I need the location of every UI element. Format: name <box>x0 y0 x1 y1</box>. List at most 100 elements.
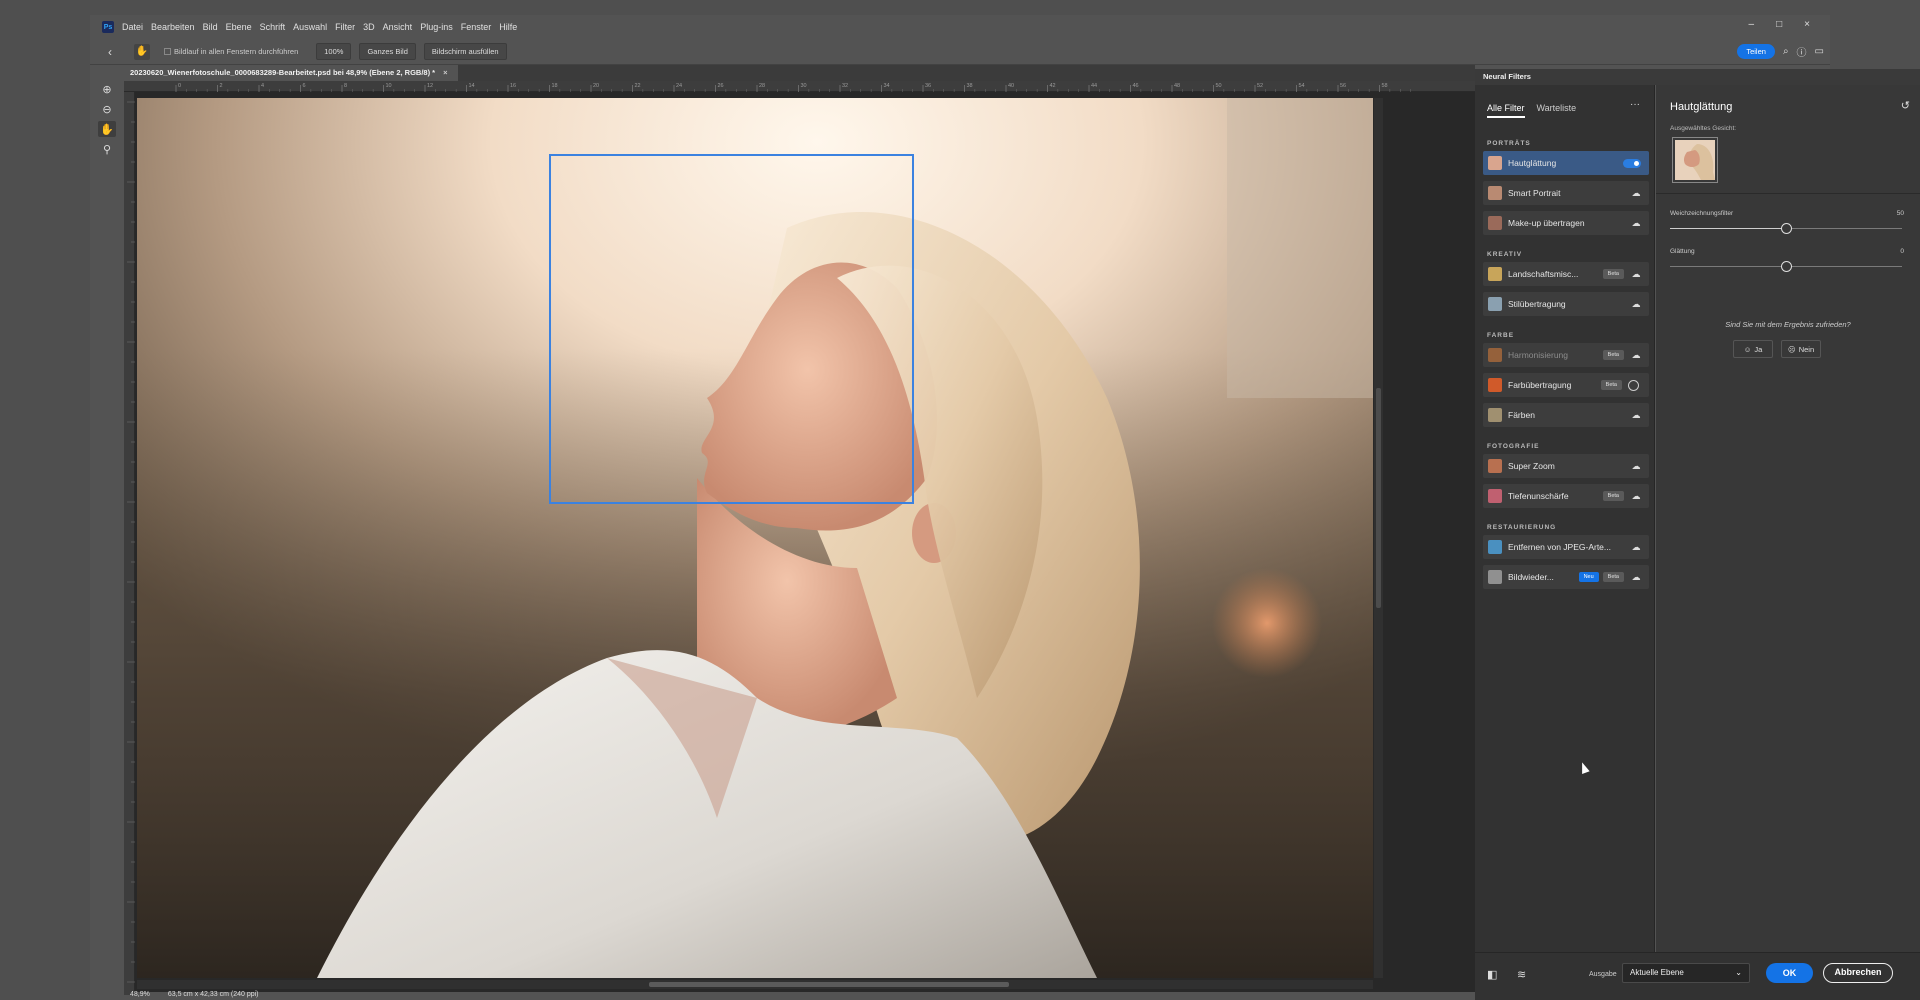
cloud-download-icon[interactable]: ☁ <box>1630 350 1642 361</box>
menu-fenster[interactable]: Fenster <box>461 22 492 32</box>
menu-ansicht[interactable]: Ansicht <box>383 22 413 32</box>
status-doc-info[interactable]: 63,5 cm x 42,33 cm (240 ppi) <box>168 991 259 998</box>
close-tab-icon[interactable]: × <box>443 68 447 77</box>
help-icon[interactable]: ⓘ <box>1797 44 1807 59</box>
vertical-scroll-thumb[interactable] <box>1376 388 1381 608</box>
smoothness-slider[interactable] <box>1670 261 1902 272</box>
blur-slider[interactable] <box>1670 223 1902 234</box>
tools-panel: ⊕ ⊖ ✋ ⚲ <box>90 65 124 1000</box>
output-select[interactable]: Aktuelle Ebene ⌄ <box>1622 963 1750 983</box>
filter-item-harmonization[interactable]: Harmonisierung Beta ☁ <box>1483 343 1649 367</box>
zoom-out-icon[interactable]: ⊖ <box>98 101 116 117</box>
smoothness-slider-value[interactable]: 0 <box>1900 248 1904 255</box>
cloud-download-icon[interactable]: ☁ <box>1630 299 1642 310</box>
menu-3d[interactable]: 3D <box>363 22 375 32</box>
cloud-download-icon[interactable]: ☁ <box>1630 188 1642 199</box>
filter-list-panel: Alle Filter Warteliste ··· PORTRÄTS Haut… <box>1475 85 1655 952</box>
menu-bearbeiten[interactable]: Bearbeiten <box>151 22 195 32</box>
blur-slider-knob[interactable] <box>1781 223 1792 234</box>
filter-item-photo-restoration[interactable]: Bildwieder... Neu Beta ☁ <box>1483 565 1649 589</box>
filter-item-jpeg-artifacts[interactable]: Entfernen von JPEG-Arte... ☁ <box>1483 535 1649 559</box>
ruler-tick-label: 48 <box>1174 83 1180 89</box>
category-kreativ: KREATIV <box>1487 251 1523 258</box>
filter-tabs: Alle Filter Warteliste <box>1487 103 1576 118</box>
filter-item-depth-blur[interactable]: Tiefenunschärfe Beta ☁ <box>1483 484 1649 508</box>
category-restaurierung: RESTAURIERUNG <box>1487 524 1557 531</box>
menu-bild[interactable]: Bild <box>203 22 218 32</box>
smoothness-slider-label: Glättung <box>1670 248 1695 255</box>
zoom-in-icon[interactable]: ⊕ <box>98 81 116 97</box>
ok-button[interactable]: OK <box>1766 963 1813 983</box>
workspace-icon[interactable]: ▭ <box>1815 46 1824 57</box>
back-arrow-icon[interactable]: ‹ <box>108 45 122 59</box>
blur-slider-value[interactable]: 50 <box>1897 210 1904 217</box>
filter-item-smart-portrait[interactable]: Smart Portrait ☁ <box>1483 181 1649 205</box>
cancel-button[interactable]: Abbrechen <box>1823 963 1893 983</box>
checkbox-box[interactable] <box>164 48 171 55</box>
fit-screen-button[interactable]: Ganzes Bild <box>359 43 416 60</box>
menu-auswahl[interactable]: Auswahl <box>293 22 327 32</box>
filter-thumb <box>1488 348 1502 362</box>
filter-item-landscape[interactable]: Landschaftsmisc... Beta ☁ <box>1483 262 1649 286</box>
menu-datei[interactable]: Datei <box>122 22 143 32</box>
search-icon[interactable]: ⌕ <box>1783 46 1789 57</box>
maximize-icon[interactable]: □ <box>1776 19 1782 30</box>
filter-item-hautglaettung[interactable]: Hautglättung <box>1483 151 1649 175</box>
minimize-icon[interactable]: – <box>1749 19 1755 30</box>
feedback-yes-button[interactable]: ☺ Ja <box>1733 340 1773 358</box>
hand-tool-icon[interactable]: ✋ <box>98 121 116 137</box>
cloud-download-icon[interactable]: ☁ <box>1630 572 1642 583</box>
filter-toggle[interactable] <box>1628 379 1639 391</box>
ruler-tick-label: 32 <box>842 83 848 89</box>
filter-item-super-zoom[interactable]: Super Zoom ☁ <box>1483 454 1649 478</box>
photo-canvas[interactable] <box>137 98 1373 978</box>
zoom-100-button[interactable]: 100% <box>316 43 352 60</box>
ruler-tick-label: 28 <box>759 83 765 89</box>
cloud-download-icon[interactable]: ☁ <box>1630 542 1642 553</box>
tab-all-filters[interactable]: Alle Filter <box>1487 103 1525 118</box>
hand-tool-icon[interactable]: ✋ <box>134 43 150 60</box>
filter-item-makeup[interactable]: Make-up übertragen ☁ <box>1483 211 1649 235</box>
menu-ebene[interactable]: Ebene <box>226 22 252 32</box>
menu-hilfe[interactable]: Hilfe <box>499 22 517 32</box>
menu-schrift[interactable]: Schrift <box>260 22 286 32</box>
tab-waitlist[interactable]: Warteliste <box>1537 103 1577 118</box>
smoothness-slider-knob[interactable] <box>1781 261 1792 272</box>
scroll-all-windows-checkbox[interactable]: Bildlauf in allen Fenstern durchführen <box>164 47 298 56</box>
beta-badge: Beta <box>1602 350 1624 360</box>
cloud-download-icon[interactable]: ☁ <box>1630 269 1642 280</box>
close-icon[interactable]: × <box>1804 19 1810 30</box>
share-button[interactable]: Teilen <box>1737 44 1775 59</box>
zoom-tool-icon[interactable]: ⚲ <box>98 141 116 157</box>
filter-item-colorize[interactable]: Färben ☁ <box>1483 403 1649 427</box>
filter-item-color-transfer[interactable]: Farbübertragung Beta <box>1483 373 1649 397</box>
filter-item-style-transfer[interactable]: Stilübertragung ☁ <box>1483 292 1649 316</box>
document-tab[interactable]: 20230620_Wienerfotoschule_0000683289-Bea… <box>124 65 458 81</box>
fill-screen-button[interactable]: Bildschirm ausfüllen <box>423 43 507 60</box>
horizontal-scrollbar[interactable] <box>137 980 1373 989</box>
menu-filter[interactable]: Filter <box>335 22 355 32</box>
filter-toggle[interactable] <box>1623 158 1641 168</box>
more-options-icon[interactable]: ··· <box>1630 99 1640 110</box>
ruler-tick-label: 54 <box>1299 83 1305 89</box>
filter-label: Entfernen von JPEG-Arte... <box>1508 542 1611 552</box>
vertical-scrollbar[interactable] <box>1374 98 1383 978</box>
category-portraits: PORTRÄTS <box>1487 140 1531 147</box>
cloud-download-icon[interactable]: ☁ <box>1630 461 1642 472</box>
beta-badge: Beta <box>1602 572 1624 582</box>
beta-badge: Beta <box>1600 380 1622 390</box>
ruler-tick-label: 20 <box>593 83 599 89</box>
status-zoom[interactable]: 48,9% <box>130 991 150 998</box>
ruler-tick-label: 18 <box>552 83 558 89</box>
feedback-no-button[interactable]: ☹ Nein <box>1781 340 1821 358</box>
horizontal-scroll-thumb[interactable] <box>649 982 1009 987</box>
selected-face-thumbnail[interactable] <box>1672 137 1718 183</box>
reset-icon[interactable]: ↺ <box>1901 99 1910 112</box>
ruler-tick-label: 16 <box>510 83 516 89</box>
cloud-download-icon[interactable]: ☁ <box>1630 491 1642 502</box>
cloud-download-icon[interactable]: ☁ <box>1630 410 1642 421</box>
preview-toggle-icon[interactable]: ◧ <box>1487 968 1497 981</box>
cloud-download-icon[interactable]: ☁ <box>1630 218 1642 229</box>
layers-icon[interactable]: ≋ <box>1517 968 1526 981</box>
menu-plugins[interactable]: Plug-ins <box>420 22 453 32</box>
